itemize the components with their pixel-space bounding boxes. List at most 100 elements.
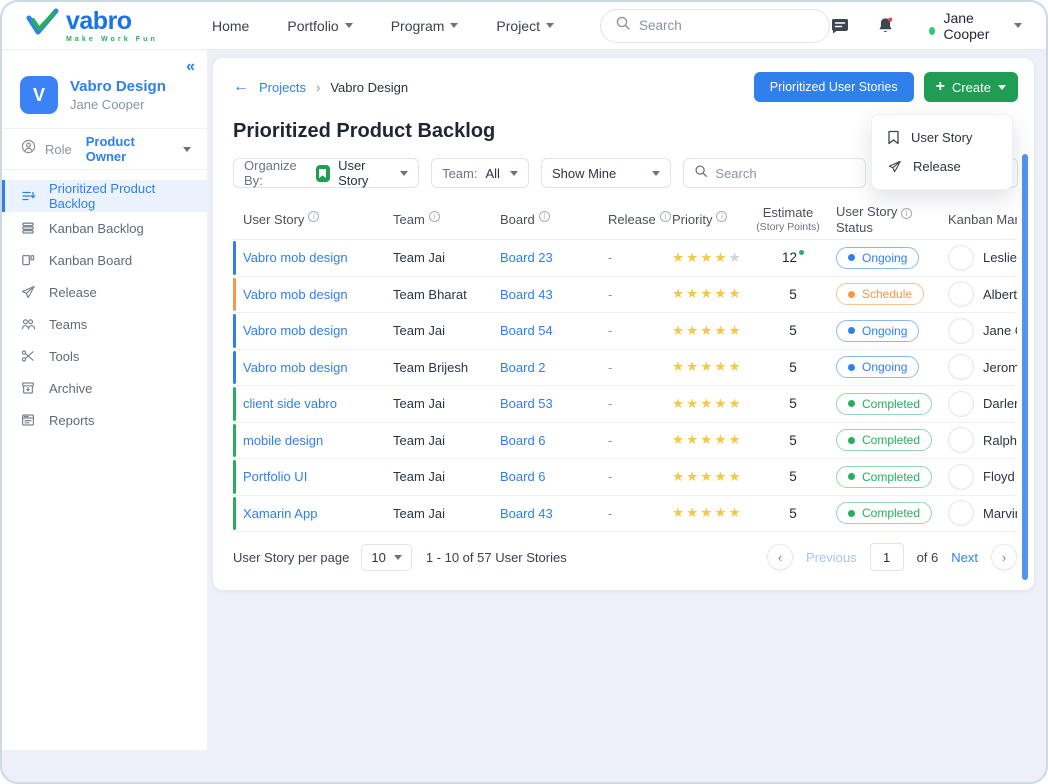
nav-portfolio[interactable]: Portfolio [287, 18, 352, 34]
board-link[interactable]: Board 43 [500, 506, 553, 521]
table-row[interactable]: Vabro mob design Team Jai Board 23 - 12 … [233, 240, 1017, 277]
row-accent-bar [233, 497, 236, 531]
board-link[interactable]: Board 23 [500, 250, 553, 265]
previous-link[interactable]: Previous [806, 550, 857, 565]
app-window: vabro Make Work Fun Home Portfolio Progr… [0, 0, 1048, 784]
board-link[interactable]: Board 6 [500, 469, 546, 484]
board-link[interactable]: Board 2 [500, 360, 546, 375]
page-number-input[interactable] [870, 543, 904, 571]
row-accent-bar [233, 314, 236, 348]
manager-name: Leslie Alex [983, 250, 1017, 265]
user-story-link[interactable]: Portfolio UI [243, 469, 307, 484]
release-cell: - [598, 396, 662, 411]
priority-stars[interactable] [672, 396, 743, 412]
notifications-bell-icon[interactable] [876, 16, 895, 36]
user-story-link[interactable]: client side vabro [243, 396, 337, 411]
nav-program[interactable]: Program [391, 18, 459, 34]
user-story-link[interactable]: Vabro mob design [243, 323, 348, 338]
create-button[interactable]: + Create [924, 72, 1018, 102]
table-search[interactable] [683, 158, 866, 188]
sidebar: « V Vabro Design Jane Cooper Role Produc… [2, 50, 207, 750]
status-badge[interactable]: Completed [836, 466, 932, 488]
sidebar-item-archive[interactable]: Archive [2, 372, 207, 404]
release-cell: - [598, 287, 662, 302]
status-badge[interactable]: Ongoing [836, 247, 919, 269]
info-icon[interactable] [308, 211, 319, 222]
status-badge[interactable]: Ongoing [836, 320, 919, 342]
sidebar-item-tools[interactable]: Tools [2, 340, 207, 372]
global-search[interactable] [600, 9, 830, 43]
board-link[interactable]: Board 53 [500, 396, 553, 411]
table-row[interactable]: Vabro mob design Team Jai Board 54 - 5 O… [233, 313, 1017, 350]
team-cell: Team Jai [383, 433, 490, 448]
board-link[interactable]: Board 6 [500, 433, 546, 448]
sidebar-collapse-icon[interactable]: « [186, 58, 195, 76]
user-menu[interactable]: Jane Cooper [929, 10, 1022, 42]
organize-by-dropdown[interactable]: Organize By: User Story [233, 158, 419, 188]
priority-stars[interactable] [672, 469, 743, 485]
nav-home[interactable]: Home [212, 18, 249, 34]
priority-stars[interactable] [672, 286, 743, 302]
priority-stars[interactable] [672, 250, 743, 266]
status-badge[interactable]: Completed [836, 502, 932, 524]
sidebar-item-prioritized-product-backlog[interactable]: Prioritized Product Backlog [2, 180, 207, 212]
reports-icon [20, 412, 36, 428]
table-search-input[interactable] [715, 166, 855, 181]
nav-project[interactable]: Project [496, 18, 554, 34]
create-menu-release[interactable]: Release [872, 152, 1012, 181]
next-link[interactable]: Next [951, 550, 978, 565]
table-row[interactable]: Portfolio UI Team Jai Board 6 - 5 Comple… [233, 459, 1017, 496]
table-row[interactable]: Vabro mob design Team Brijesh Board 2 - … [233, 350, 1017, 387]
messages-icon[interactable] [830, 17, 850, 35]
sidebar-item-kanban-board[interactable]: Kanban Board [2, 244, 207, 276]
create-menu-user-story[interactable]: User Story [872, 123, 1012, 152]
back-arrow-icon[interactable]: ← [233, 79, 249, 95]
user-story-link[interactable]: Vabro mob design [243, 250, 348, 265]
user-story-link[interactable]: Vabro mob design [243, 360, 348, 375]
release-cell: - [598, 506, 662, 521]
info-icon[interactable] [716, 211, 727, 222]
status-badge[interactable]: Completed [836, 393, 932, 415]
user-story-link[interactable]: mobile design [243, 433, 323, 448]
release-cell: - [598, 469, 662, 484]
sidebar-item-teams[interactable]: Teams [2, 308, 207, 340]
per-page-select[interactable]: 10 [361, 544, 411, 571]
priority-stars[interactable] [672, 432, 743, 448]
priority-stars[interactable] [672, 359, 743, 375]
board-link[interactable]: Board 54 [500, 323, 553, 338]
table-row[interactable]: client side vabro Team Jai Board 53 - 5 … [233, 386, 1017, 423]
top-navigation: Home Portfolio Program Project [212, 18, 554, 34]
user-story-link[interactable]: Vabro mob design [243, 287, 348, 302]
prioritized-user-stories-button[interactable]: Prioritized User Stories [754, 72, 914, 102]
next-page-circle-button[interactable]: › [991, 544, 1017, 570]
team-cell: Team Bharat [383, 287, 490, 302]
sidebar-item-kanban-backlog[interactable]: Kanban Backlog [2, 212, 207, 244]
sidebar-item-release[interactable]: Release [2, 276, 207, 308]
previous-page-circle-button[interactable]: ‹ [767, 544, 793, 570]
status-badge[interactable]: Schedule [836, 283, 924, 305]
project-block[interactable]: V Vabro Design Jane Cooper [2, 50, 207, 128]
priority-stars[interactable] [672, 323, 743, 339]
role-selector[interactable]: Role Product Owner [2, 128, 207, 170]
breadcrumb-projects-link[interactable]: Projects [259, 80, 306, 95]
info-icon[interactable] [539, 211, 550, 222]
board-link[interactable]: Board 43 [500, 287, 553, 302]
priority-stars[interactable] [672, 505, 743, 521]
info-icon[interactable] [429, 211, 440, 222]
status-badge[interactable]: Ongoing [836, 356, 919, 378]
table-row[interactable]: Xamarin App Team Jai Board 43 - 5 Comple… [233, 496, 1017, 533]
chevron-down-icon [183, 147, 191, 152]
status-badge[interactable]: Completed [836, 429, 932, 451]
info-icon[interactable] [901, 208, 912, 219]
table-row[interactable]: Vabro mob design Team Bharat Board 43 - … [233, 277, 1017, 314]
vabro-logo[interactable]: vabro Make Work Fun [26, 8, 186, 43]
avatar [948, 464, 974, 490]
global-search-input[interactable] [639, 18, 815, 33]
show-mine-dropdown[interactable]: Show Mine [541, 158, 671, 188]
user-story-link[interactable]: Xamarin App [243, 506, 317, 521]
team-dropdown[interactable]: Team: All [431, 158, 529, 188]
sidebar-item-reports[interactable]: Reports [2, 404, 207, 436]
estimate-value: 5 [789, 396, 797, 411]
vertical-scrollbar[interactable] [1022, 154, 1028, 580]
table-row[interactable]: mobile design Team Jai Board 6 - 5 Compl… [233, 423, 1017, 460]
